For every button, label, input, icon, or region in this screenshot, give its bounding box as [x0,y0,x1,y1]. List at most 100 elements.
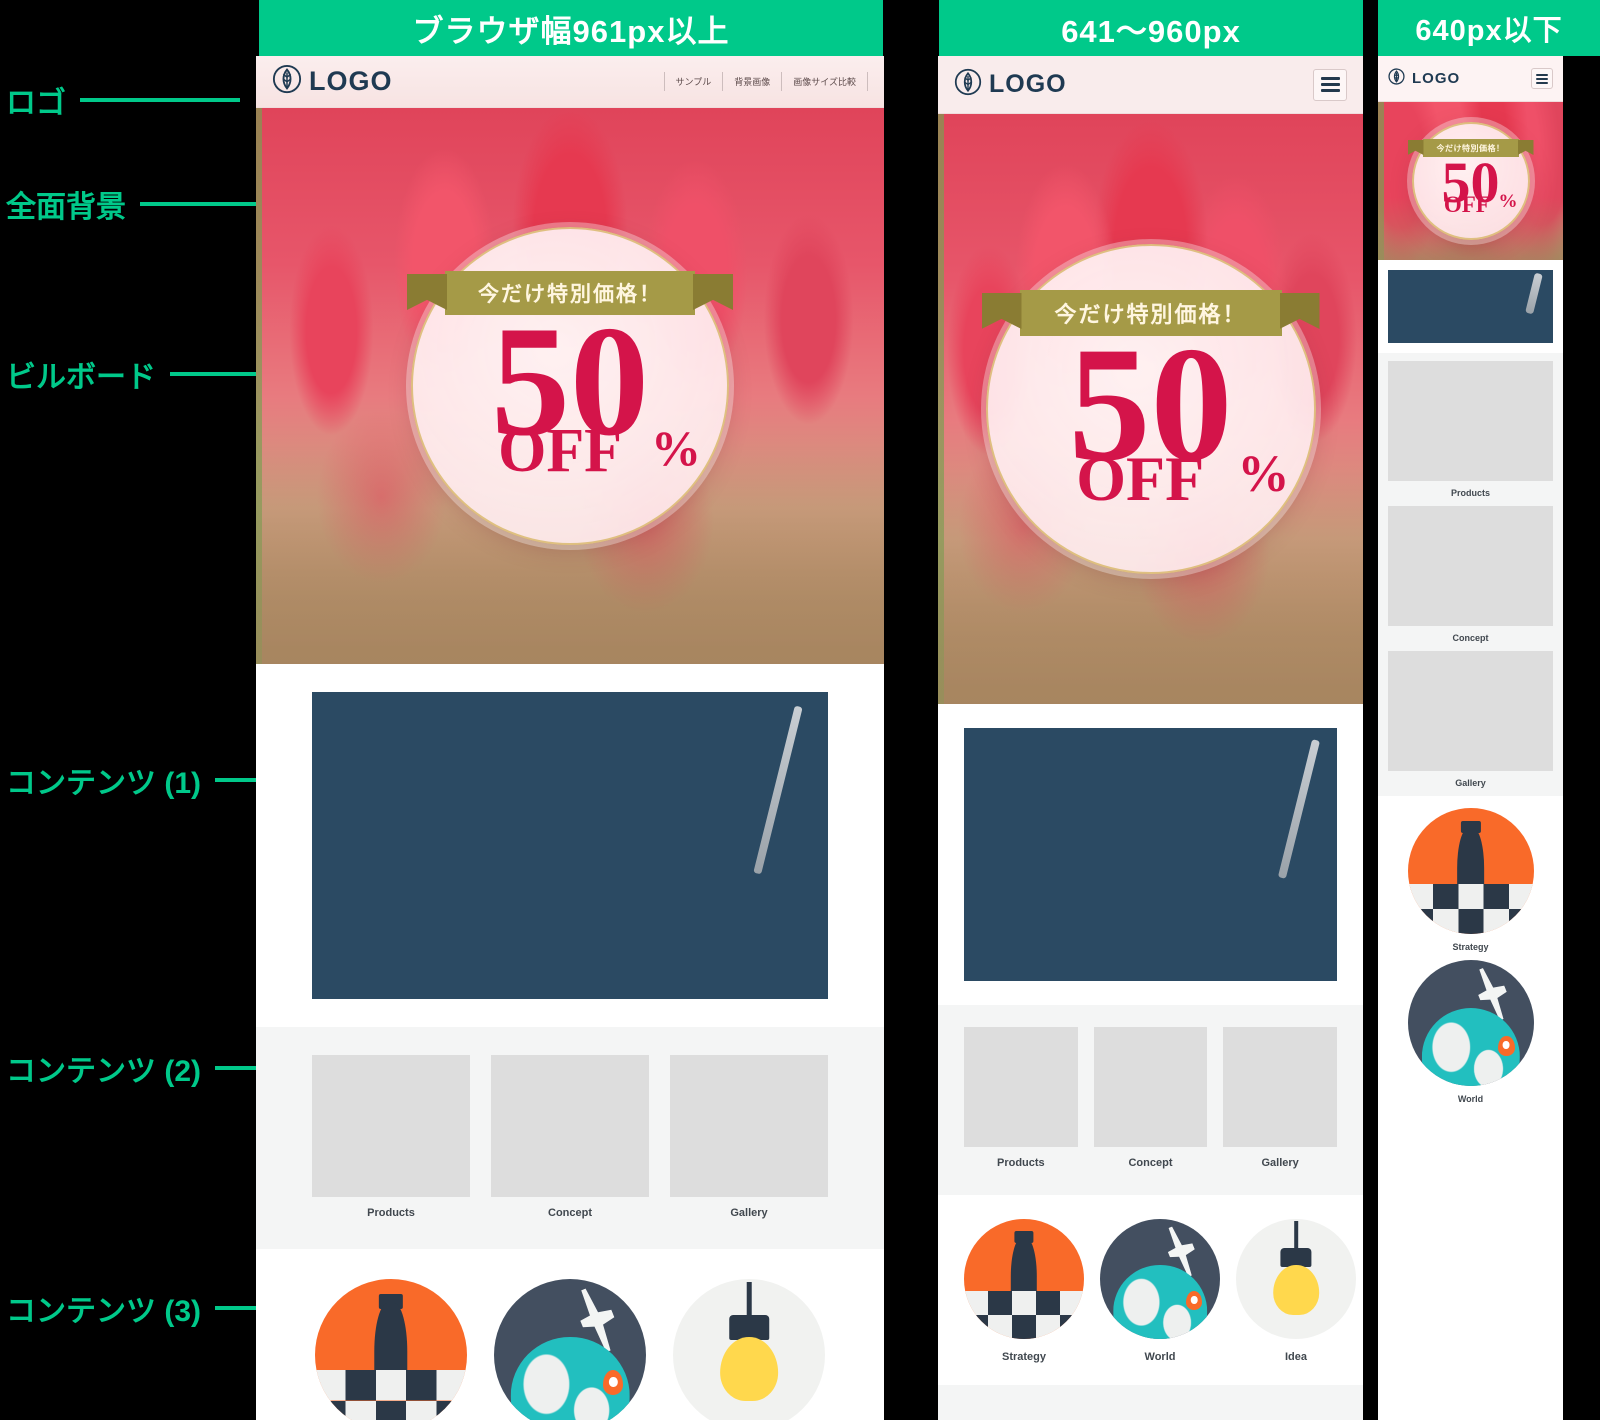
card-caption: Gallery [730,1207,768,1219]
content2-section-mobile: Products Concept Gallery [1378,353,1563,796]
icon-card-idea-tablet[interactable]: Idea [1236,1219,1356,1363]
logo-text-desktop: LOGO [309,66,393,96]
nav-item-background-image[interactable]: 背景画像 [722,72,781,91]
card-products-desktop[interactable]: Products [312,1055,470,1219]
logo-tablet[interactable]: LOGO [954,68,1067,101]
icon-card-world-mobile[interactable]: World [1388,960,1553,1104]
globe-airplane-icon [494,1279,646,1420]
content3-section-mobile: Strategy World [1378,796,1563,1114]
card-products-tablet[interactable]: Products [964,1027,1078,1169]
preview-mobile: LOGO 今だけ特別価格！ 50 % OFF Products Concept … [1378,56,1563,1420]
annotation-content3-label: コンテンツ (3) [6,1295,201,1328]
card-gallery-mobile[interactable]: Gallery [1388,651,1553,788]
leaf-icon [272,64,302,99]
annotation-logo-label: ロゴ [6,87,66,120]
discount-badge-desktop: 今だけ特別価格！ 50 % OFF [407,227,733,545]
berry-toast-photo-tablet[interactable] [964,728,1337,981]
pancakes-photo [670,1055,828,1197]
icon-card-world-tablet[interactable]: World [1100,1219,1220,1363]
screenshot-stage: ブラウザ幅961px以上 641〜960px 640px以下 ロゴ 全面背景 ビ… [0,0,1600,1420]
hamburger-icon[interactable] [1531,68,1553,89]
pancakes-photo [1388,651,1553,771]
annotation-fullbg-label: 全面背景 [6,191,126,224]
camera-in-hand-photo [312,1055,470,1197]
card-caption: Gallery [1455,778,1486,788]
card-concept-tablet[interactable]: Concept [1093,1027,1208,1169]
site-header-mobile: LOGO [1378,56,1563,102]
content3-section-desktop: Strategy World Idea [256,1249,884,1420]
card-products-mobile[interactable]: Products [1388,361,1553,498]
chess-king-icon [1407,808,1534,934]
footer-area-tablet [938,1385,1363,1420]
content2-grid-mobile: Products Concept Gallery [1388,361,1553,788]
off-text-mobile: OFF [1443,192,1490,217]
site-header-desktop: LOGO サンプル 背景画像 画像サイズ比較 [256,56,884,108]
hero-billboard-desktop: 今だけ特別価格！ 50 % OFF [256,108,884,664]
globe-airplane-icon [1407,960,1534,1086]
icon-card-world-desktop[interactable]: World [491,1279,649,1420]
hamburger-icon[interactable] [1313,68,1347,101]
desk-book-laptop-photo [1093,1027,1208,1147]
logo-mobile[interactable]: LOGO [1388,67,1461,90]
desk-book-laptop-photo [1388,506,1553,626]
card-caption: Concept [1452,633,1489,643]
icon-card-caption: Strategy [1452,942,1489,952]
lightbulb-icon [673,1279,825,1420]
content3-grid-mobile: Strategy World [1388,808,1553,1104]
icon-card-caption: Idea [1284,1351,1307,1363]
content2-grid-tablet: Products Concept Gallery [964,1027,1337,1169]
annotation-billboard-label: ビルボード [6,361,156,394]
icon-card-strategy-desktop[interactable]: Strategy [312,1279,470,1420]
logo-desktop[interactable]: LOGO [272,64,393,99]
card-caption: Products [1450,488,1490,498]
content3-section-tablet: Strategy World Idea [938,1195,1363,1385]
discount-badge-mobile: 今だけ特別価格！ 50 % OFF [1407,122,1534,240]
annotation-content1-label: コンテンツ (1) [6,767,201,800]
leaf-icon [1388,67,1405,90]
annotation-logo-leader [80,98,240,102]
pancakes-photo [1223,1027,1337,1147]
leaf-icon [954,68,982,101]
breakpoint-banner-desktop: ブラウザ幅961px以上 [259,0,883,80]
globe-airplane-icon [1100,1219,1220,1339]
logo-text-tablet: LOGO [989,70,1067,98]
main-nav-desktop: サンプル 背景画像 画像サイズ比較 [663,72,868,91]
annotation-content3: コンテンツ (3) [6,1286,267,1330]
icon-card-caption: Strategy [1001,1351,1047,1363]
breakpoint-banner-mobile-label: 640px以下 [1415,15,1563,47]
nav-item-image-size-comparison[interactable]: 画像サイズ比較 [781,72,868,91]
berry-toast-photo-desktop[interactable] [312,692,828,999]
content1-section-desktop [256,664,884,1027]
card-concept-mobile[interactable]: Concept [1388,506,1553,643]
content2-grid-desktop: Products Concept Gallery [312,1055,828,1219]
off-text-tablet: OFF [1076,443,1205,514]
content1-section-tablet [938,704,1363,1005]
percent-symbol-desktop: % [651,420,701,476]
logo-text-mobile: LOGO [1412,70,1461,87]
card-caption: Concept [1128,1157,1173,1169]
icon-card-caption: World [1144,1351,1176,1363]
icon-card-strategy-tablet[interactable]: Strategy [964,1219,1084,1363]
berry-photo-art [312,692,828,999]
breakpoint-banner-desktop-label: ブラウザ幅961px以上 [412,13,730,49]
preview-desktop: LOGO サンプル 背景画像 画像サイズ比較 今だけ特別価格！ 50 % OFF [256,56,884,1420]
annotation-content2: コンテンツ (2) [6,1046,267,1090]
desk-book-laptop-photo [491,1055,649,1197]
card-concept-desktop[interactable]: Concept [491,1055,649,1219]
content2-section-desktop: Products Concept Gallery [256,1027,884,1249]
breakpoint-banner-tablet-label: 641〜960px [1061,13,1241,49]
card-gallery-tablet[interactable]: Gallery [1223,1027,1337,1169]
card-gallery-desktop[interactable]: Gallery [670,1055,828,1219]
card-caption: Products [367,1207,415,1219]
berry-toast-photo-mobile[interactable] [1388,270,1553,343]
annotation-logo: ロゴ [6,78,240,122]
hero-billboard-tablet: 今だけ特別価格！ 50 % OFF [938,114,1363,704]
content1-section-mobile [1378,260,1563,353]
nav-item-sample[interactable]: サンプル [663,72,723,91]
annotation-fullbg-leader [140,202,258,206]
berry-photo-art [964,728,1337,981]
percent-symbol-mobile: % [1498,191,1518,212]
icon-card-idea-desktop[interactable]: Idea [670,1279,828,1420]
icon-card-strategy-mobile[interactable]: Strategy [1388,808,1553,952]
lightbulb-icon [1236,1219,1356,1339]
